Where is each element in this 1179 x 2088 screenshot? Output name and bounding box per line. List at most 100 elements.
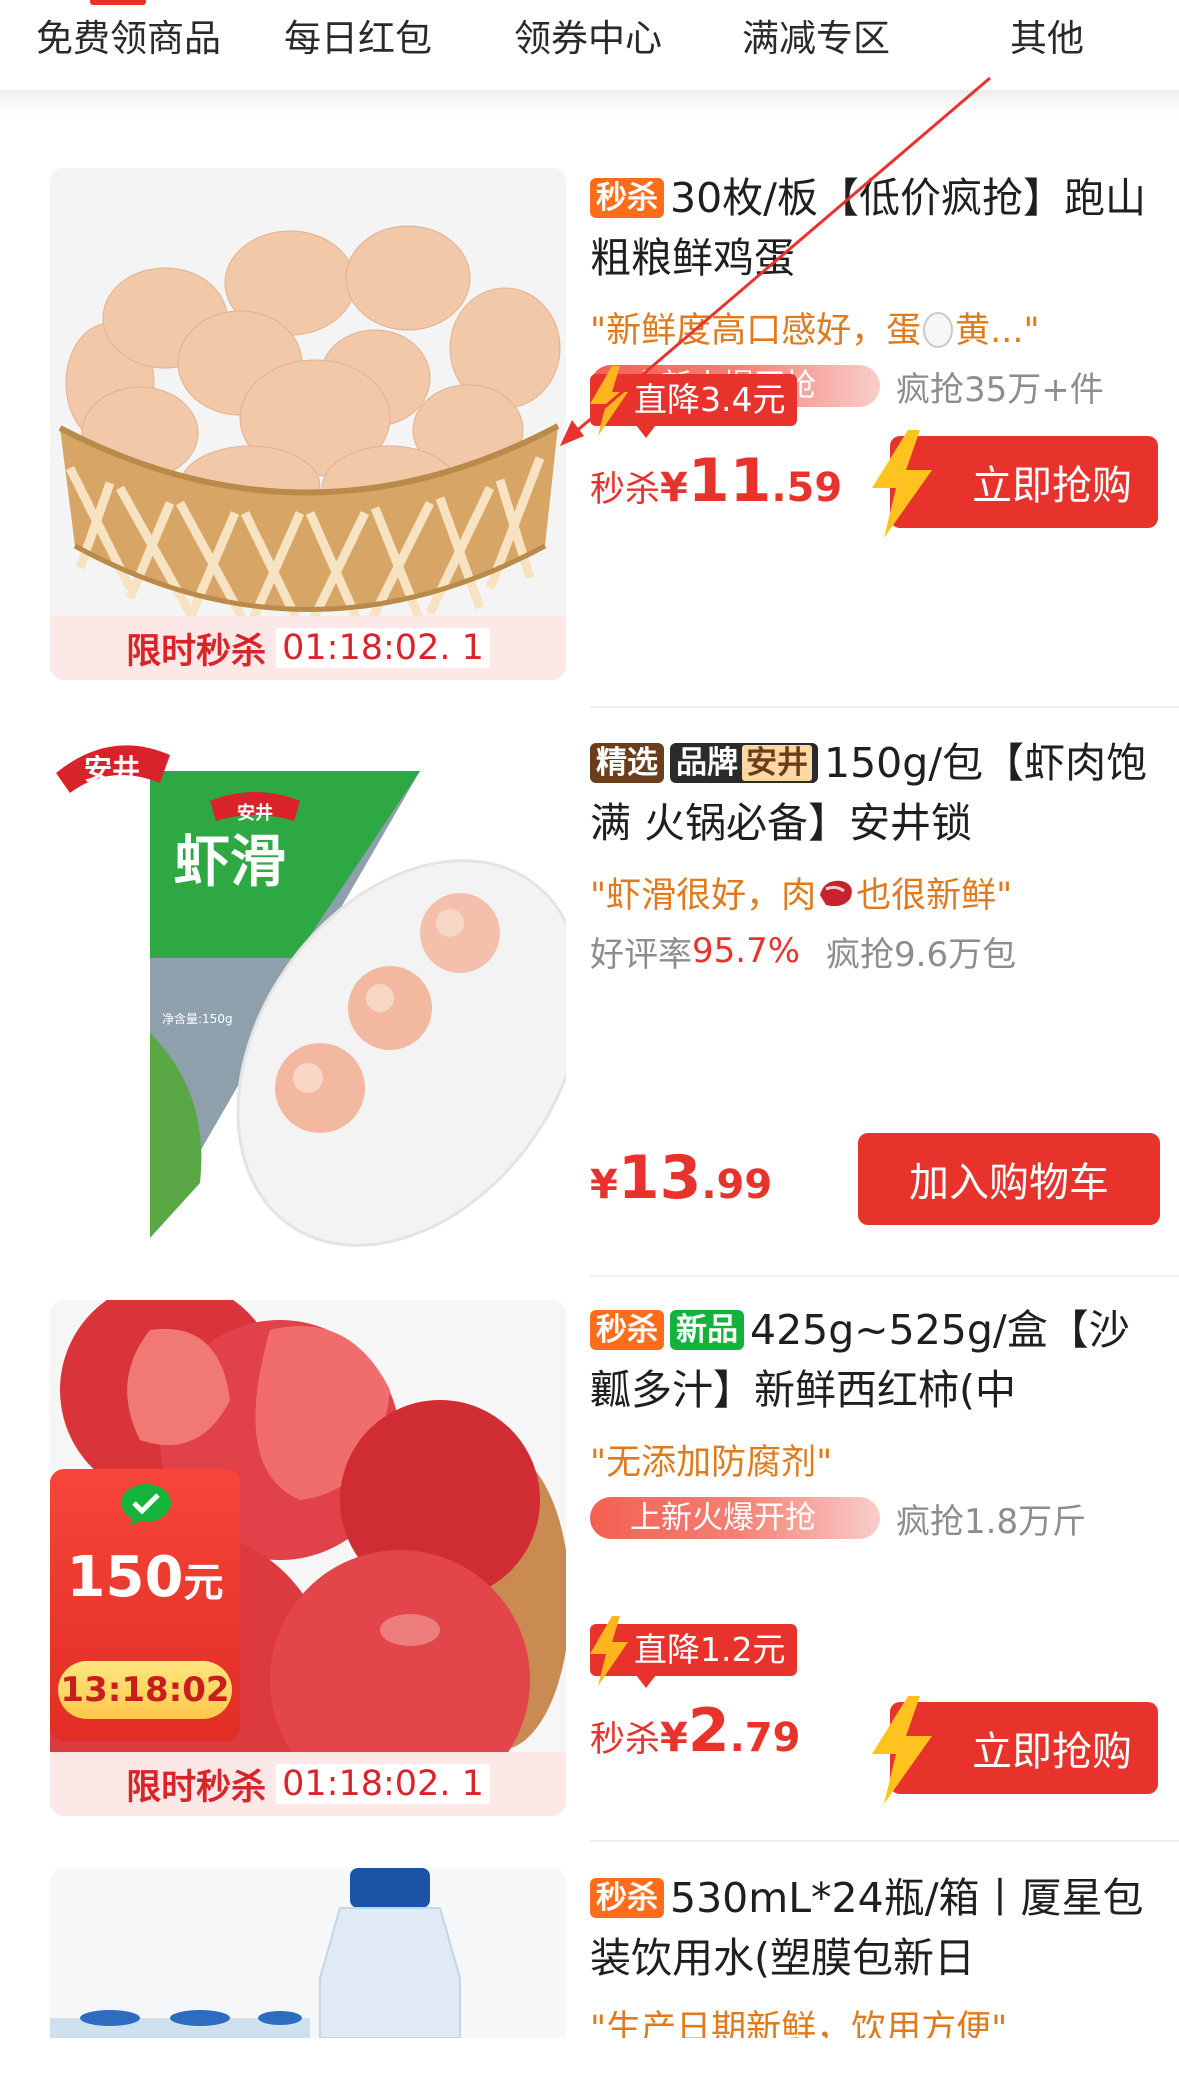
currency-symbol: ¥ bbox=[660, 465, 688, 511]
product-title[interactable]: 秒杀 30枚/板【低价疯抢】跑山粗粮鲜鸡蛋 bbox=[590, 168, 1150, 288]
add-to-cart-button[interactable]: 加入购物车 bbox=[858, 1133, 1160, 1225]
product-card[interactable]: 限时秒杀 01:18:02. 1 150元 13:18:02 秒杀 新品 425g~… bbox=[0, 1300, 1179, 1842]
product-image-water[interactable] bbox=[50, 1868, 566, 2038]
card-divider bbox=[590, 1840, 1179, 1842]
product-title-text: 30枚/板【低价疯抢】跑山粗粮鲜鸡蛋 bbox=[590, 174, 1146, 282]
lightning-icon bbox=[590, 1616, 628, 1686]
product-card[interactable]: 安井 安井 虾滑 净含量:150g 精选 品牌 安井 150g/包【虾肉饱满 火锅必备… bbox=[0, 733, 1179, 1277]
review-quote: "无添加防腐剂" bbox=[590, 1443, 833, 1483]
price-decimal: .99 bbox=[701, 1162, 773, 1208]
product-title[interactable]: 精选 品牌 安井 150g/包【虾肉饱满 火锅必备】安井锁 bbox=[590, 733, 1150, 853]
lightning-icon bbox=[872, 430, 932, 538]
price-integer: 13 bbox=[617, 1143, 702, 1213]
review-quote-end: 也很新鲜" bbox=[856, 876, 1013, 916]
brand-tag-label: 品牌 bbox=[676, 745, 738, 781]
price-drop-text: 直降1.2元 bbox=[634, 1630, 786, 1669]
price-decimal: .79 bbox=[729, 1715, 801, 1761]
sold-count: 疯抢9.6万包 bbox=[826, 934, 1017, 975]
price-drop-text: 直降3.4元 bbox=[634, 380, 786, 419]
price-drop-badge: 直降3.4元 bbox=[590, 366, 798, 438]
product-card[interactable]: 秒杀 530mL*24瓶/箱丨厦星包装饮用水(塑膜包新日 "生产日期新鲜，饮用方便… bbox=[0, 1868, 1179, 2038]
price-label: 秒杀 bbox=[590, 1720, 661, 1760]
rating-value: 95.7% bbox=[692, 931, 801, 971]
product-info: 秒杀30枚/板【低价疯抢】跑山粗粮鲜鸡蛋 "新鲜度高口感好，蛋黄..." 上新火… bbox=[590, 168, 1158, 538]
tab-daily-red-packet[interactable]: 每日红包 bbox=[284, 8, 432, 62]
wechat-pay-icon bbox=[121, 1484, 171, 1526]
currency-symbol: ¥ bbox=[590, 1162, 618, 1208]
price-drop-badge: 直降1.2元 bbox=[590, 1616, 798, 1688]
add-to-cart-label: 加入购物车 bbox=[909, 1160, 1109, 1206]
badge-tail bbox=[636, 1675, 656, 1688]
selected-tag: 精选 bbox=[590, 743, 664, 783]
brand-tag-name: 安井 bbox=[742, 745, 812, 781]
tab-free-goods[interactable]: 免费领商品 bbox=[36, 8, 221, 62]
card-divider bbox=[590, 706, 1179, 708]
eggs-basket-image bbox=[50, 168, 566, 680]
active-tab-marker bbox=[90, 0, 146, 5]
buy-now-button[interactable]: 立即抢购 bbox=[872, 430, 1158, 538]
bottom-blank bbox=[0, 2038, 1179, 2088]
shrimp-paste-image: 安井 安井 虾滑 净含量:150g bbox=[50, 733, 566, 1249]
seckill-tag: 秒杀 bbox=[590, 178, 664, 218]
red-packet-amount-number: 150 bbox=[66, 1545, 184, 1610]
egg-emoji-icon bbox=[921, 308, 955, 348]
flash-sale-label: 限时秒杀 bbox=[126, 1767, 267, 1808]
product-title-text: 530mL*24瓶/箱丨厦星包装饮用水(塑膜包新日 bbox=[590, 1874, 1144, 1982]
flash-sale-bar: 限时秒杀 01:18:02. 1 bbox=[50, 616, 566, 680]
package-product-name: 虾滑 bbox=[174, 830, 286, 895]
price-integer: 2 bbox=[687, 1696, 730, 1766]
water-bottle-image bbox=[50, 1868, 566, 2038]
hot-new-badge: 上新火爆开抢 bbox=[590, 1497, 880, 1539]
badge-tail bbox=[636, 425, 656, 438]
rating-label: 好评率 bbox=[590, 934, 692, 975]
product-image-eggs[interactable]: 限时秒杀 01:18:02. 1 bbox=[50, 168, 566, 680]
tab-coupon-center[interactable]: 领券中心 bbox=[514, 8, 662, 62]
review-quote-end: 黄..." bbox=[955, 311, 1040, 351]
review-quote: "虾滑很好，肉 也很新鲜" bbox=[590, 867, 1150, 918]
product-price: 秒杀¥2.79 bbox=[590, 1696, 800, 1766]
product-title[interactable]: 秒杀 新品 425g~525g/盒【沙瓤多汁】新鲜西红柿(中 bbox=[590, 1300, 1150, 1420]
currency-symbol: ¥ bbox=[660, 1715, 688, 1761]
sold-count: 疯抢35万+件 bbox=[896, 369, 1104, 410]
seckill-tag: 秒杀 bbox=[590, 1310, 664, 1350]
package-net-weight: 净含量:150g bbox=[162, 1011, 233, 1026]
flash-sale-label: 限时秒杀 bbox=[126, 631, 267, 672]
buy-now-button[interactable]: 立即抢购 bbox=[872, 1696, 1158, 1804]
seckill-tag: 秒杀 bbox=[590, 1878, 664, 1918]
red-packet-amount-unit: 元 bbox=[183, 1560, 224, 1606]
product-info: 精选 品牌 安井 150g/包【虾肉饱满 火锅必备】安井锁 "虾滑很好，肉 也很新鲜" … bbox=[590, 733, 1160, 1225]
product-price: 秒杀¥11.59 bbox=[590, 446, 842, 516]
review-quote: "新鲜度高口感好，蛋 黄..." bbox=[590, 302, 1150, 353]
review-quote-start: "虾滑很好，肉 bbox=[590, 876, 817, 916]
red-packet-badge[interactable]: 150元 13:18:02 bbox=[50, 1469, 240, 1741]
product-info: 秒杀 530mL*24瓶/箱丨厦星包装饮用水(塑膜包新日 "生产日期新鲜，饮用方便… bbox=[590, 1868, 1150, 2038]
product-price: ¥13.99 bbox=[590, 1143, 772, 1213]
product-meta: 好评率 95.7% 疯抢9.6万包 bbox=[590, 928, 1150, 975]
price-integer: 11 bbox=[687, 446, 772, 516]
meat-emoji-icon bbox=[816, 875, 856, 911]
product-image-shrimp[interactable]: 安井 安井 虾滑 净含量:150g bbox=[50, 733, 566, 1249]
product-title[interactable]: 秒杀 530mL*24瓶/箱丨厦星包装饮用水(塑膜包新日 bbox=[590, 1868, 1150, 1988]
price-decimal: .59 bbox=[771, 465, 843, 511]
card-divider bbox=[590, 1275, 1179, 1277]
buy-now-label: 立即抢购 bbox=[972, 463, 1132, 509]
product-info: 秒杀 新品 425g~525g/盒【沙瓤多汁】新鲜西红柿(中 "无添加防腐剂" 上新… bbox=[590, 1300, 1158, 1804]
tab-other[interactable]: 其他 bbox=[1010, 8, 1084, 62]
category-tabs: 免费领商品 每日红包 领券中心 满减专区 其他 bbox=[0, 0, 1179, 90]
buy-now-label: 立即抢购 bbox=[972, 1729, 1132, 1775]
red-packet-amount: 150元 bbox=[50, 1545, 240, 1610]
lightning-icon bbox=[872, 1696, 932, 1804]
price-label: 秒杀 bbox=[590, 470, 661, 510]
flash-sale-countdown: 01:18:02. 1 bbox=[276, 1764, 490, 1804]
package-brand-text: 安井 bbox=[237, 802, 273, 824]
review-quote: "生产日期新鲜，饮用方便" bbox=[590, 2009, 1008, 2038]
product-card[interactable]: 限时秒杀 01:18:02. 1 秒杀 30枚/板【低价疯抢】跑山粗粮鲜鸡蛋 "新… bbox=[0, 168, 1179, 708]
review-quote-start: "新鲜度高口感好，蛋 bbox=[590, 311, 922, 351]
brand-tag: 品牌 安井 bbox=[670, 743, 818, 783]
sold-count: 疯抢1.8万斤 bbox=[896, 1501, 1087, 1542]
new-tag: 新品 bbox=[670, 1310, 744, 1350]
product-meta: 上新火爆开抢 疯抢1.8万斤 bbox=[590, 1495, 1150, 1542]
tabs-divider bbox=[0, 90, 1179, 116]
brand-logo-text: 安井 bbox=[84, 753, 140, 786]
tab-discount-zone[interactable]: 满减专区 bbox=[742, 8, 890, 62]
